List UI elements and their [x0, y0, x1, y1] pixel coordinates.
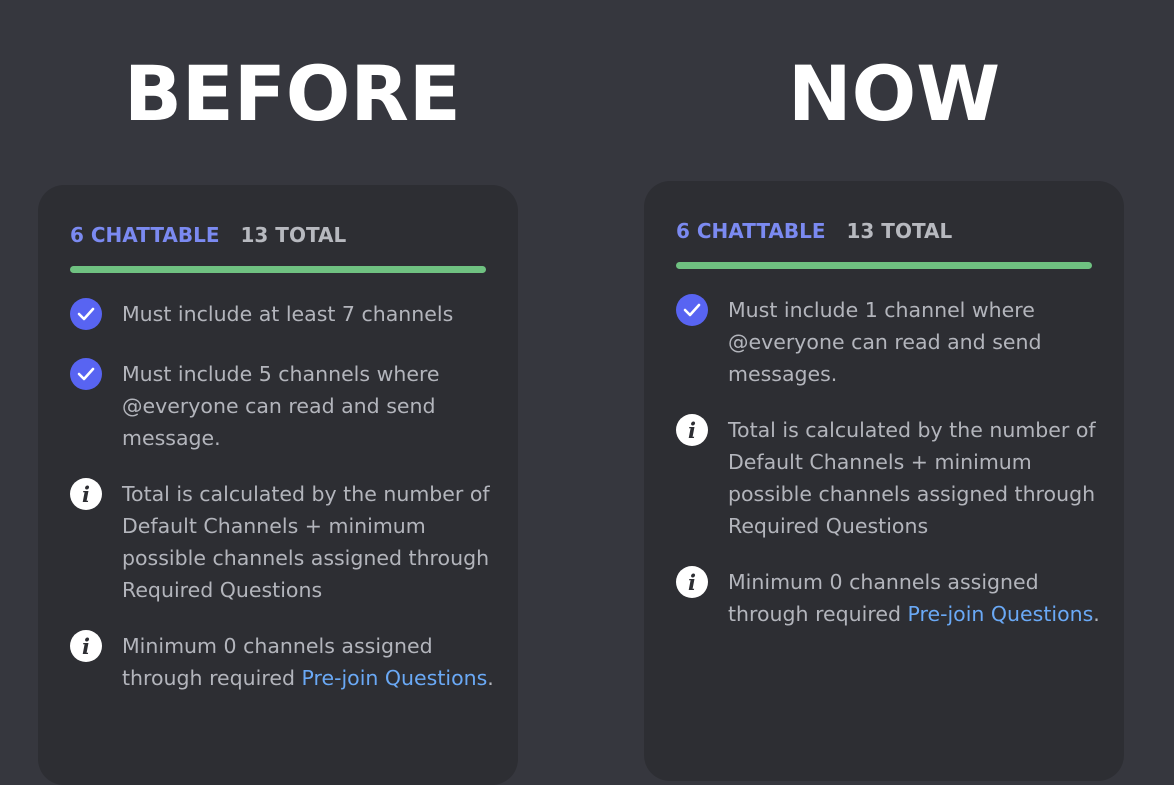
channel-counts: 6 CHATTABLE 13 TOTAL — [676, 219, 952, 243]
info-text-suffix: . — [487, 666, 494, 690]
total-count: 13 TOTAL — [846, 219, 953, 243]
requirement-text: Must include 1 channel where @everyone c… — [728, 298, 1042, 386]
info-icon: i — [70, 630, 102, 662]
total-count: 13 TOTAL — [240, 223, 347, 247]
info-text: Minimum 0 channels assigned through requ… — [122, 630, 502, 694]
chattable-count: 6 CHATTABLE — [676, 219, 826, 243]
check-icon — [70, 358, 102, 390]
info-text: Total is calculated by the number of Def… — [122, 482, 490, 602]
chattable-count: 6 CHATTABLE — [70, 223, 220, 247]
check-icon — [676, 294, 708, 326]
info-icon: i — [70, 478, 102, 510]
info-text: Total is calculated by the number of Def… — [728, 418, 1096, 538]
now-heading: NOW — [788, 49, 1001, 138]
before-panel: 6 CHATTABLE 13 TOTAL Must include at lea… — [38, 185, 518, 785]
pre-join-questions-link[interactable]: Pre-join Questions — [301, 666, 487, 690]
info-icon: i — [676, 414, 708, 446]
requirement-text: Must include at least 7 channels — [122, 302, 454, 326]
info-icon: i — [676, 566, 708, 598]
info-text-suffix: . — [1093, 602, 1100, 626]
check-icon — [70, 298, 102, 330]
before-heading: BEFORE — [124, 49, 461, 138]
channel-counts: 6 CHATTABLE 13 TOTAL — [70, 223, 346, 247]
progress-bar — [70, 266, 486, 273]
pre-join-questions-link[interactable]: Pre-join Questions — [907, 602, 1093, 626]
now-panel: 6 CHATTABLE 13 TOTAL Must include 1 chan… — [644, 181, 1124, 781]
requirement-text: Must include 5 channels where @everyone … — [122, 362, 440, 450]
progress-bar — [676, 262, 1092, 269]
info-text: Minimum 0 channels assigned through requ… — [728, 566, 1108, 630]
